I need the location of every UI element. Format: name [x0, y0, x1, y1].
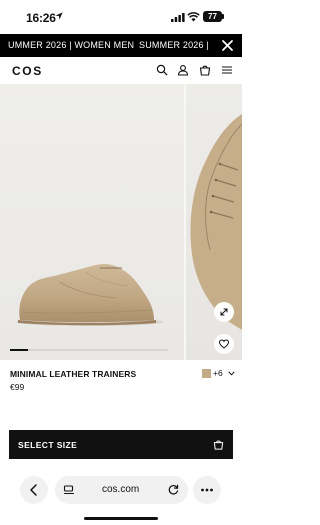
- location-arrow-icon: [55, 12, 63, 20]
- shopping-bag-icon: [213, 440, 224, 450]
- product-name: MINIMAL LEATHER TRAINERS: [10, 369, 137, 379]
- more-colours-count[interactable]: +6: [213, 368, 223, 378]
- reload-icon[interactable]: [167, 483, 180, 496]
- promo-text-1[interactable]: UMMER 2026 | WOMEN MEN: [8, 40, 134, 50]
- select-size-button[interactable]: SELECT SIZE: [9, 430, 233, 459]
- url-text[interactable]: cos.com: [102, 484, 139, 495]
- wifi-icon: [187, 12, 200, 22]
- gallery-progress-track: [28, 349, 168, 351]
- cos-logo[interactable]: COS: [12, 64, 43, 78]
- status-bar: 16:26 77: [0, 0, 242, 34]
- cellular-signal-icon: [171, 13, 185, 22]
- account-icon[interactable]: [177, 64, 189, 76]
- bag-icon[interactable]: [199, 64, 211, 76]
- trainer-side-image: [16, 263, 164, 326]
- chevron-left-icon: [30, 484, 37, 496]
- chevron-down-icon[interactable]: [228, 371, 235, 376]
- battery-icon: [222, 14, 224, 19]
- site-header: COS: [0, 57, 242, 84]
- search-icon[interactable]: [156, 64, 168, 76]
- menu-icon[interactable]: [221, 64, 233, 76]
- home-indicator[interactable]: [84, 517, 158, 520]
- close-icon[interactable]: [221, 39, 234, 52]
- colour-swatch[interactable]: [202, 369, 211, 378]
- select-size-label: SELECT SIZE: [18, 440, 78, 450]
- gallery-progress-active: [10, 349, 28, 351]
- zoom-button[interactable]: [214, 302, 234, 322]
- browser-back-button[interactable]: [20, 476, 48, 504]
- product-price: €99: [10, 382, 25, 392]
- gallery-image-side[interactable]: [0, 84, 184, 360]
- battery-level: 77: [203, 11, 222, 22]
- browser-more-button[interactable]: [193, 476, 221, 504]
- promo-banner[interactable]: UMMER 2026 | WOMEN MEN SUMMER 2026 | WO: [0, 34, 242, 57]
- wishlist-button[interactable]: [214, 334, 234, 354]
- address-bar[interactable]: cos.com: [55, 476, 188, 504]
- product-gallery[interactable]: [0, 84, 242, 360]
- status-time: 16:26: [26, 11, 56, 25]
- expand-icon: [220, 308, 228, 316]
- more-icon: [201, 488, 213, 492]
- tabs-icon[interactable]: [63, 484, 75, 496]
- heart-icon: [218, 339, 230, 349]
